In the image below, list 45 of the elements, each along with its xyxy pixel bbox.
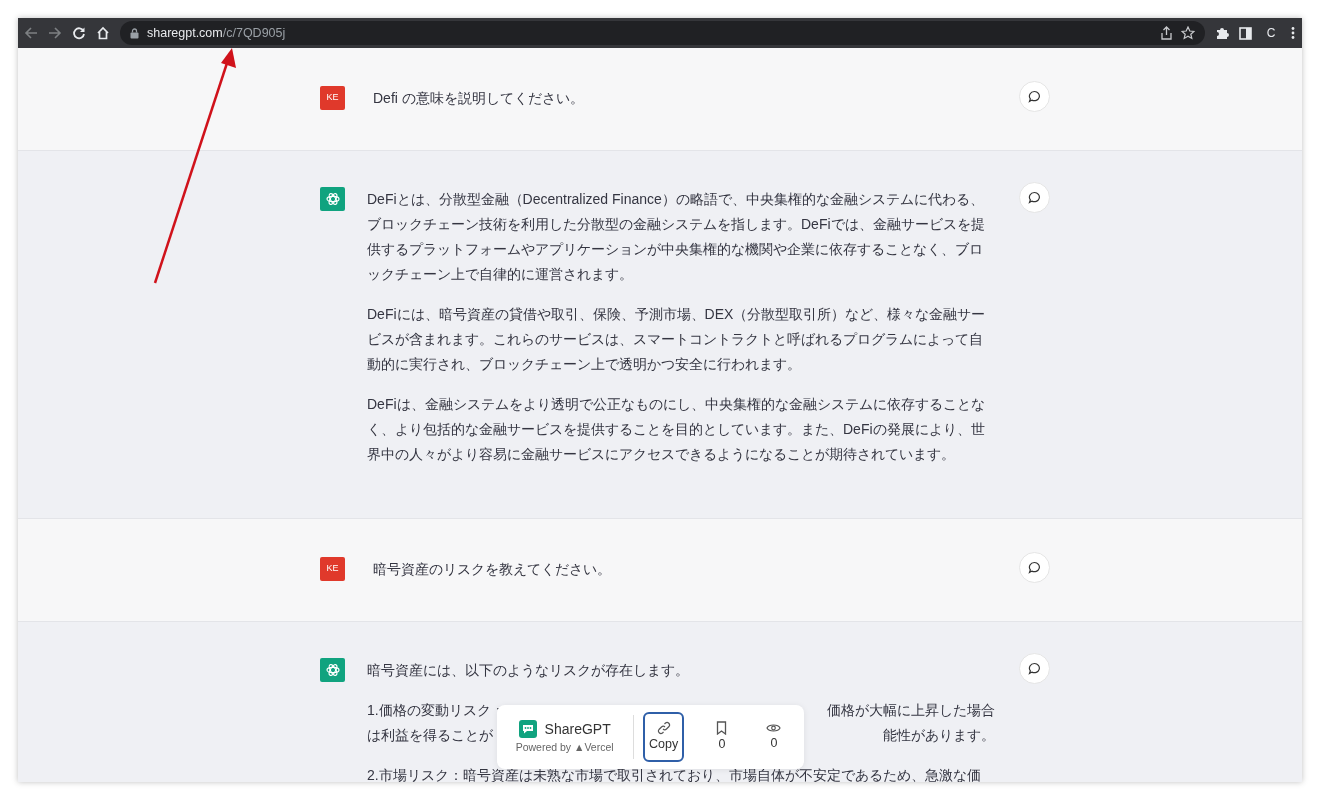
comment-button[interactable]: [1019, 653, 1050, 684]
bookmark-count: 0: [718, 735, 726, 753]
message-text: DeFiは、金融システムをより透明で公正なものにし、中央集権的な金融システムに依存することなく、より包括的な金融サービスを提供することを目的としています。また、DeFiの発展により、世界中の人々がより容易に金融サービスにアクセスできるようになることが期待されています。: [367, 395, 986, 464]
share-icon[interactable]: [1160, 26, 1173, 40]
reload-icon[interactable]: [72, 26, 86, 40]
eye-icon: [766, 721, 782, 734]
url-text: sharegpt.com/c/7QD905j: [147, 24, 286, 42]
chat-logo-icon: [518, 720, 537, 739]
star-icon[interactable]: [1181, 26, 1195, 40]
comment-icon: [1028, 191, 1041, 204]
message-text: Defi の意味を説明してください。: [373, 89, 585, 108]
message-text: 1.価格の変動リスク：: [367, 701, 505, 720]
home-icon[interactable]: [96, 26, 110, 40]
comment-button[interactable]: [1019, 81, 1050, 112]
lock-icon: [130, 27, 139, 39]
comment-icon: [1028, 561, 1041, 574]
assistant-logo-icon: [320, 187, 345, 211]
message-text: 2.市場リスク：暗号資産は未熟な市場で取引されており、市場自体が不安定であるため、急激な価: [367, 766, 982, 782]
message-text: DeFiには、暗号資産の貸借や取引、保険、予測市場、DEX（分散型取引所）など、様々な金融サービスが含まれます。これらのサービスは、スマートコントラクトと呼ばれるプログラムによって自動的に実行され、ブロックチェーン上で透明かつ安全に行われます。: [367, 305, 987, 374]
brand-name: ShareGPT: [544, 719, 611, 739]
user-avatar: KE: [320, 86, 345, 110]
bookmark-icon[interactable]: [716, 720, 728, 735]
user-avatar: KE: [320, 557, 345, 581]
puzzle-icon[interactable]: [1215, 26, 1229, 40]
sidebar-icon[interactable]: [1239, 26, 1252, 40]
address-bar[interactable]: sharegpt.com/c/7QD905j: [120, 21, 1205, 45]
comment-button[interactable]: [1019, 182, 1050, 213]
comment-button[interactable]: [1019, 552, 1050, 583]
assistant-logo-icon: [320, 658, 345, 682]
message-text: 暗号資産のリスクを教えてください。: [373, 560, 612, 579]
comment-icon: [1028, 90, 1041, 103]
message-text: 暗号資産には、以下のようなリスクが存在します。: [367, 661, 690, 680]
message-text: は利益を得ることが: [367, 726, 493, 745]
message-text: 価格が大幅に上昇した場合: [827, 701, 995, 720]
comment-icon: [1028, 662, 1041, 675]
link-icon: [656, 720, 671, 735]
powered-by-text: Powered by ▲Vercel: [515, 739, 614, 755]
copy-button[interactable]: Copy: [643, 712, 684, 762]
message-text: 能性があります。: [883, 726, 995, 745]
message-text: DeFiとは、分散型金融（Decentralized Finance）の略語で、中央集権的な金融システムに代わる、ブロックチェーン技術を利用した分散型の金融システムを指します。DeFiでは、金融サービスを提供するプラットフォームやアプリケーションが中央集権的な機関や企業に依存することなく、ブロックチェーン上で自律的に運営されます。: [367, 190, 986, 284]
profile-button[interactable]: C: [1262, 24, 1280, 42]
forward-icon[interactable]: [48, 26, 62, 40]
back-icon[interactable]: [24, 26, 38, 40]
view-count: 0: [770, 734, 778, 752]
menu-icon[interactable]: [1290, 26, 1296, 40]
